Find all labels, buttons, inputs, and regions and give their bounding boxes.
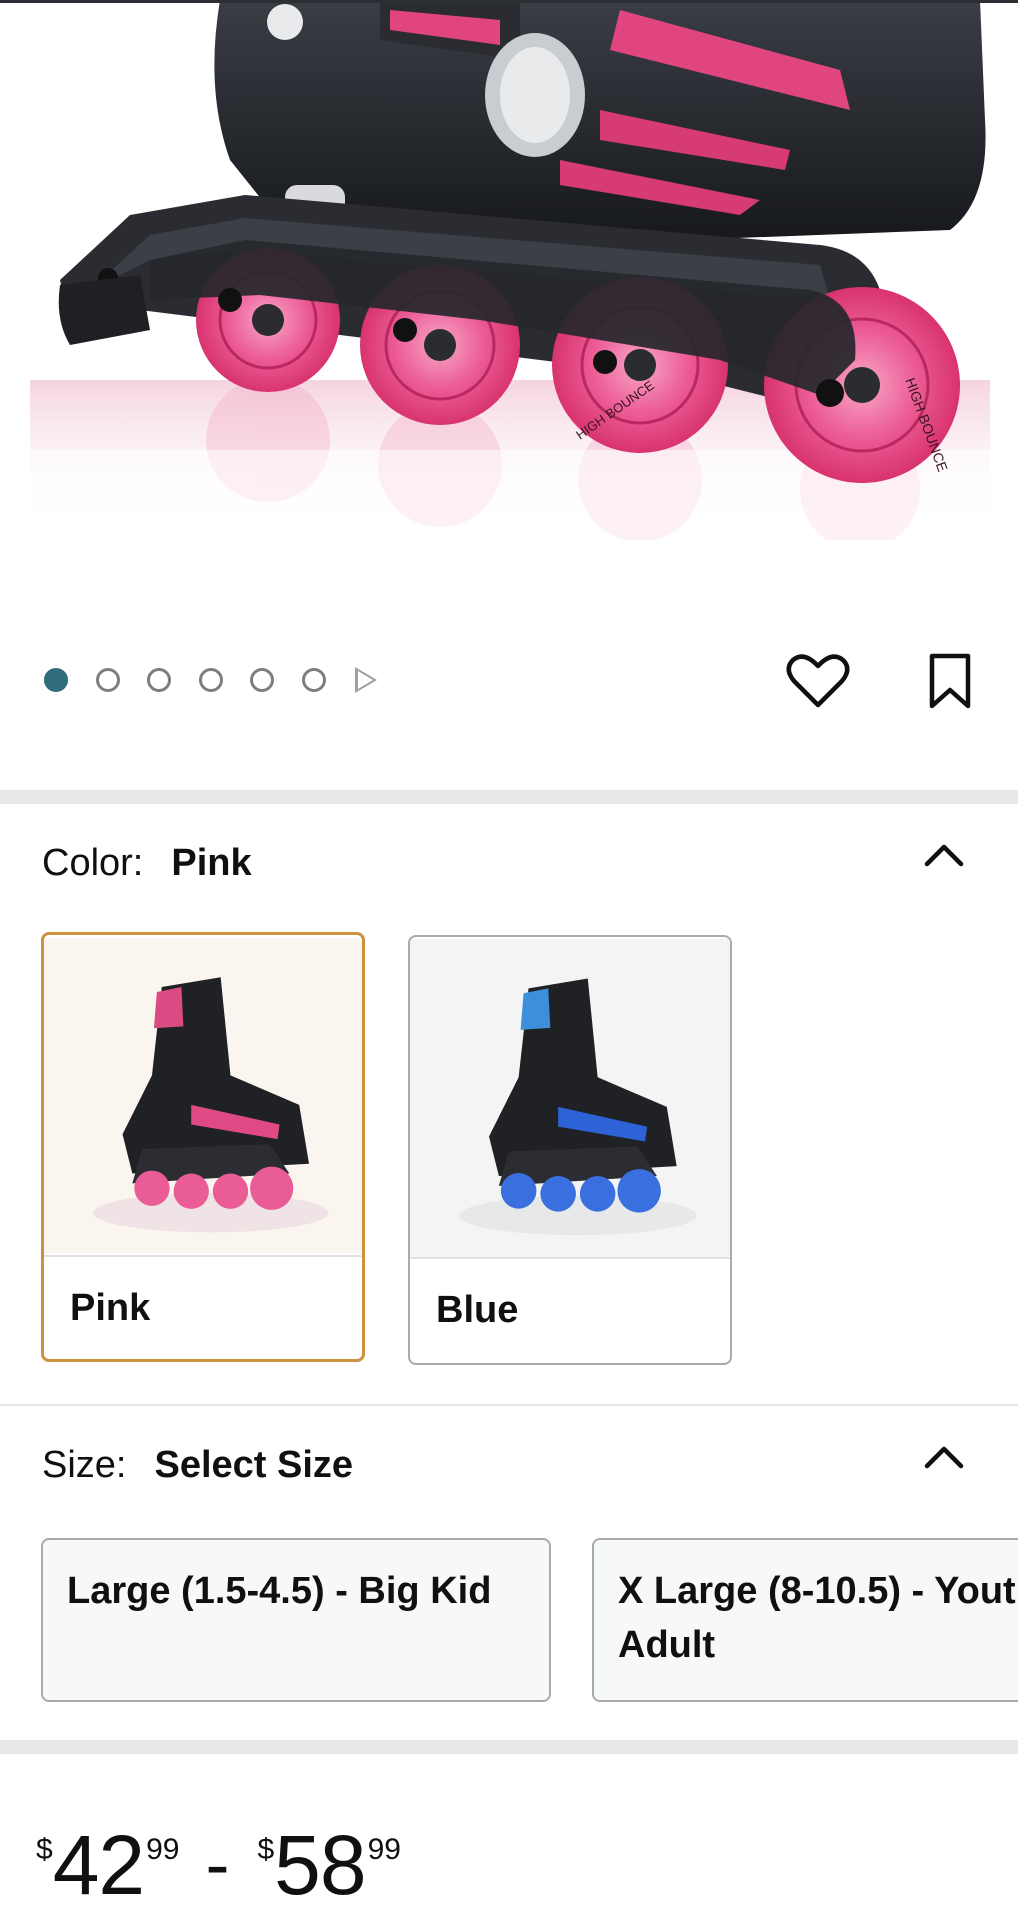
section-divider <box>0 790 1018 804</box>
size-option-label: X Large (8-10.5) - Youth & Adult <box>618 1570 1018 1666</box>
color-label: Color: <box>42 842 144 884</box>
color-option-label: Blue <box>436 1289 519 1331</box>
size-option-label: Large (1.5-4.5) - Big Kid <box>67 1570 492 1612</box>
carousel-dots <box>44 667 377 693</box>
bookmark-icon[interactable] <box>926 652 974 710</box>
swatch-divider <box>410 1257 730 1259</box>
price-low-whole: 42 <box>52 1818 145 1912</box>
size-selected-value: Select Size <box>154 1444 354 1486</box>
carousel-dot-2[interactable] <box>95 668 120 692</box>
play-triangle-icon[interactable] <box>355 667 377 693</box>
price-low-fraction: 99 <box>146 1833 180 1866</box>
price-currency: $ <box>36 1833 53 1866</box>
color-selected-value: Pink <box>171 842 252 884</box>
price-range: $ 42 99 - $ 58 99 <box>36 1815 401 1915</box>
size-option-x-large[interactable]: X Large (8-10.5) - Youth & Adult <box>592 1538 1018 1702</box>
skate-thumbnail-blue <box>410 938 730 1258</box>
carousel-dot-4[interactable] <box>198 668 223 692</box>
carousel-controls <box>0 640 1018 720</box>
section-divider <box>0 1740 1018 1754</box>
section-divider <box>0 1404 1018 1406</box>
skate-thumbnail-pink <box>44 937 362 1255</box>
chevron-up-icon[interactable] <box>922 840 966 868</box>
price-high-whole: 58 <box>274 1818 366 1912</box>
color-option-label: Pink <box>70 1287 151 1329</box>
size-label: Size: <box>42 1444 127 1486</box>
price-separator: - <box>205 1825 230 1905</box>
heart-icon[interactable] <box>786 652 850 710</box>
swatch-divider <box>44 1255 362 1257</box>
product-image[interactable]: HIGH BOUNCE HIGH BOUNCE <box>0 0 1018 540</box>
carousel-dot-3[interactable] <box>147 668 171 692</box>
color-option-blue[interactable]: Blue <box>408 935 732 1365</box>
chevron-up-icon[interactable] <box>922 1442 966 1470</box>
price-high-fraction: 99 <box>367 1833 401 1866</box>
size-header[interactable]: Size: Select Size <box>42 1444 353 1487</box>
price-currency: $ <box>257 1833 275 1866</box>
carousel-dot-5[interactable] <box>250 668 274 692</box>
inline-skate-illustration: HIGH BOUNCE HIGH BOUNCE <box>0 0 1018 540</box>
status-divider <box>0 0 1018 3</box>
carousel-dot-1[interactable] <box>44 668 68 692</box>
size-option-large[interactable]: Large (1.5-4.5) - Big Kid <box>41 1538 551 1702</box>
color-header[interactable]: Color: Pink <box>42 842 252 885</box>
carousel-dot-6[interactable] <box>301 668 326 692</box>
color-option-pink[interactable]: Pink <box>41 932 365 1362</box>
